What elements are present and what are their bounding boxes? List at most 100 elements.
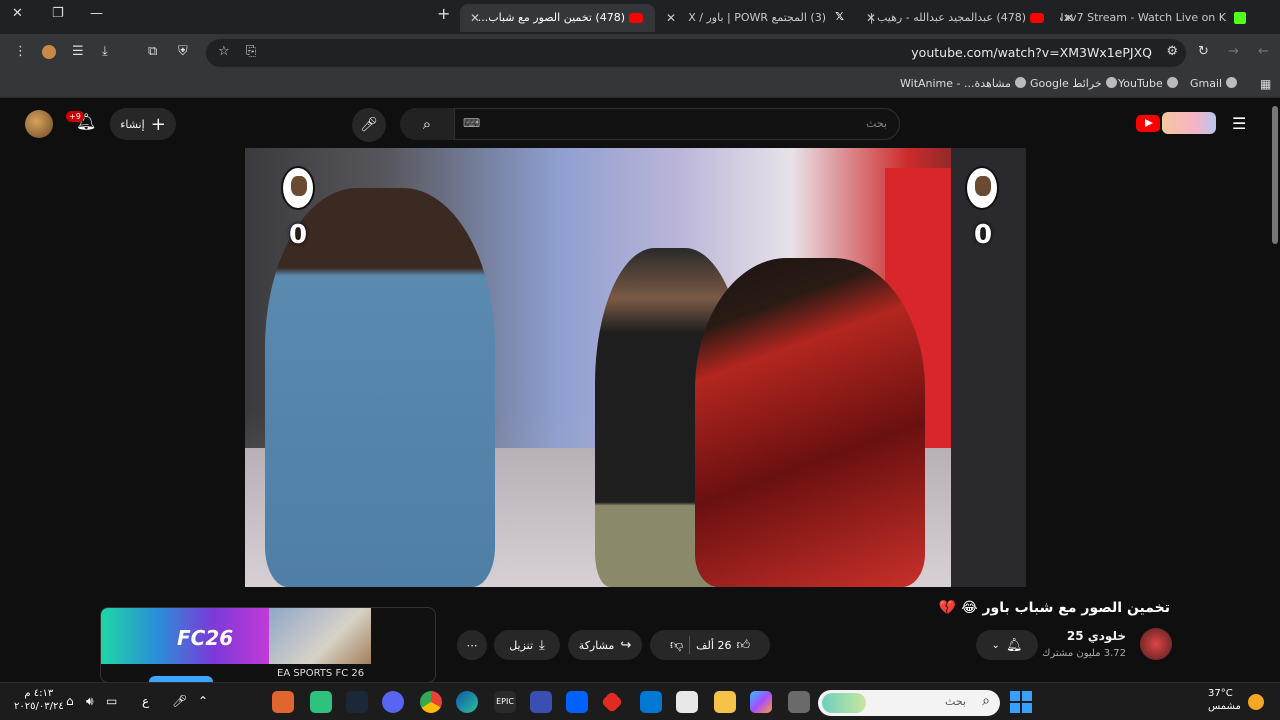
restore-window-icon[interactable]: ❐	[52, 6, 64, 21]
weather-widget[interactable]: 37°C مشمس	[1208, 687, 1241, 713]
globe-icon	[1166, 77, 1178, 88]
address-bar[interactable]: ☆ ⎘ youtube.com/watch?v=XM3Wx1ePJXQ ⚙	[206, 39, 1186, 67]
video-dark-wall	[951, 148, 1026, 587]
weather-temp: 37°C	[1208, 688, 1233, 699]
close-tab-icon[interactable]: ✕	[470, 11, 480, 25]
globe-icon	[1014, 77, 1026, 88]
cast-icon[interactable]: ⎘	[246, 44, 256, 59]
bell-icon: 🔔︎	[1005, 637, 1023, 653]
network-icon[interactable]: ⌂	[66, 694, 74, 708]
download-icon[interactable]: ⤓	[102, 44, 108, 59]
ad-card[interactable]: FC26 EA SPORTS FC 26	[100, 607, 436, 683]
browser-tab-bar: ✕ ❐ — + (478) تخمين الصور مع شباب... ✕ 𝕏…	[0, 0, 1280, 34]
file-explorer-icon[interactable]	[714, 691, 736, 713]
tab-active[interactable]: (478) تخمين الصور مع شباب... ✕	[460, 4, 655, 32]
store-icon[interactable]	[676, 691, 698, 713]
reading-list-icon[interactable]: ☰	[72, 44, 84, 59]
language-indicator[interactable]: ع	[142, 694, 149, 708]
app-icon-blue[interactable]	[530, 691, 552, 713]
account-avatar[interactable]	[25, 110, 53, 138]
battery-icon[interactable]: ▭	[106, 694, 117, 708]
start-windows-icon[interactable]	[1010, 691, 1032, 713]
youtube-doodle[interactable]	[1162, 112, 1216, 134]
all-bookmarks-icon[interactable]: ▦	[1260, 77, 1271, 91]
channel-avatar[interactable]	[1140, 628, 1172, 660]
voice-search-mic-icon[interactable]: 🎤︎	[352, 108, 386, 142]
edge-icon[interactable]	[456, 691, 478, 713]
menu-dots-icon[interactable]: ⋮	[14, 44, 27, 59]
close-window-icon[interactable]: ✕	[12, 6, 23, 21]
outlook-icon[interactable]	[640, 691, 662, 713]
bookmark-star-icon[interactable]: ☆	[218, 44, 230, 59]
search-input[interactable]: ⌨ بحث	[454, 108, 900, 140]
app-icon-green[interactable]	[310, 691, 332, 713]
close-tab-icon[interactable]: ✕	[1064, 11, 1074, 25]
discord-icon[interactable]	[382, 691, 404, 713]
copilot-icon[interactable]	[750, 691, 772, 713]
bookmark-youtube[interactable]: YouTube	[1118, 77, 1178, 90]
site-settings-icon[interactable]: ⚙	[1166, 44, 1178, 59]
close-tab-icon[interactable]: ✕	[866, 11, 876, 25]
more-actions-button[interactable]: ⋯	[457, 630, 487, 660]
search-placeholder: بحث	[866, 117, 887, 130]
epic-games-icon[interactable]: EPIC	[494, 691, 516, 713]
search-button[interactable]: ⌕	[400, 108, 454, 140]
youtube-logo-icon[interactable]	[1136, 115, 1160, 132]
minimize-window-icon[interactable]: —	[90, 6, 103, 21]
volume-icon[interactable]: 🔊︎	[86, 694, 94, 709]
microphone-icon[interactable]: 🎤︎	[172, 694, 187, 708]
like-button[interactable]: 👍︎ 26 ألف	[696, 638, 750, 653]
reload-icon[interactable]: ↻	[1198, 44, 1209, 59]
bookmarks-bar: مشاهدة... - WitAnime خرائط Google YouTub…	[0, 72, 1280, 98]
create-button[interactable]: إنشاء +	[110, 108, 176, 140]
tab-title: (478) عبدالمجيد عبدالله - رهيب |	[869, 11, 1026, 24]
app-icon-gray[interactable]	[788, 691, 810, 713]
start-tile	[1010, 703, 1020, 713]
tab-youtube-music[interactable]: (478) عبدالمجيد عبدالله - رهيب | ✕	[862, 4, 1052, 32]
video-player[interactable]: 0 0	[245, 148, 1026, 587]
tab-kick-stream[interactable]: Nxv7 Stream - Watch Live on K ✕	[1060, 4, 1256, 32]
steam-icon[interactable]	[346, 691, 368, 713]
bookmark-witanime[interactable]: مشاهدة... - WitAnime	[900, 77, 1026, 90]
new-tab-icon[interactable]: +	[437, 4, 450, 23]
chrome-icon[interactable]	[420, 691, 442, 713]
share-arrow-icon: ↪	[620, 637, 632, 653]
search-icon: ⌕	[982, 693, 990, 709]
tray-chevron-up-icon[interactable]: ⌃	[198, 694, 208, 708]
dropbox-icon[interactable]	[566, 691, 588, 713]
plus-icon: +	[150, 113, 166, 135]
shield-icon[interactable]: ⛨	[178, 44, 188, 59]
divider	[689, 636, 691, 654]
channel-name[interactable]: خلودي 25	[1067, 629, 1126, 643]
bookmark-gmail[interactable]: Gmail	[1190, 77, 1238, 90]
profile-avatar-icon[interactable]	[42, 45, 56, 59]
weather-label: مشمس	[1208, 701, 1241, 712]
like-count: 26 ألف	[696, 638, 732, 652]
extensions-icon[interactable]: ⧉	[148, 44, 157, 59]
search-highlight-image	[822, 693, 866, 713]
youtube-header: 🔔︎ +9 إنشاء + 🎤︎ ⌕ ⌨ بحث ☰	[0, 100, 1280, 148]
taskbar-clock[interactable]: ٤:١٣ م ٢٠٢٥/٠٣/٢٤	[14, 687, 64, 713]
score-right: 0	[974, 220, 993, 250]
close-tab-icon[interactable]: ✕	[666, 11, 676, 25]
app-icon-orange[interactable]	[272, 691, 294, 713]
ad-brand-text: FC26	[177, 626, 234, 650]
download-button[interactable]: ⤓ تنزيل	[494, 630, 560, 660]
keyboard-icon[interactable]: ⌨	[463, 116, 480, 130]
bookmark-google-maps[interactable]: خرائط Google	[1030, 77, 1117, 90]
app-icon-red-diamond[interactable]	[600, 690, 624, 714]
x-favicon-icon: 𝕏	[835, 10, 844, 23]
score-left: 0	[289, 220, 308, 250]
hamburger-menu-icon[interactable]: ☰	[1232, 114, 1246, 133]
youtube-favicon-icon	[1030, 13, 1044, 23]
back-arrow-icon[interactable]: ←	[1258, 44, 1269, 59]
forward-arrow-icon[interactable]: →	[1228, 44, 1239, 59]
share-button[interactable]: ↪ مشاركة	[568, 630, 642, 660]
youtube-favicon-icon	[629, 13, 643, 23]
tab-x-community[interactable]: 𝕏 (3) المجتمع POWR | باور / X ✕	[662, 4, 852, 32]
dislike-button[interactable]: 👎︎	[670, 638, 683, 653]
taskbar-search-input[interactable]: بحث ⌕	[818, 690, 1000, 716]
page-scrollbar[interactable]	[1272, 106, 1278, 244]
start-tile	[1010, 691, 1020, 701]
subscribed-button[interactable]: 🔔︎ ⌄	[976, 630, 1038, 660]
